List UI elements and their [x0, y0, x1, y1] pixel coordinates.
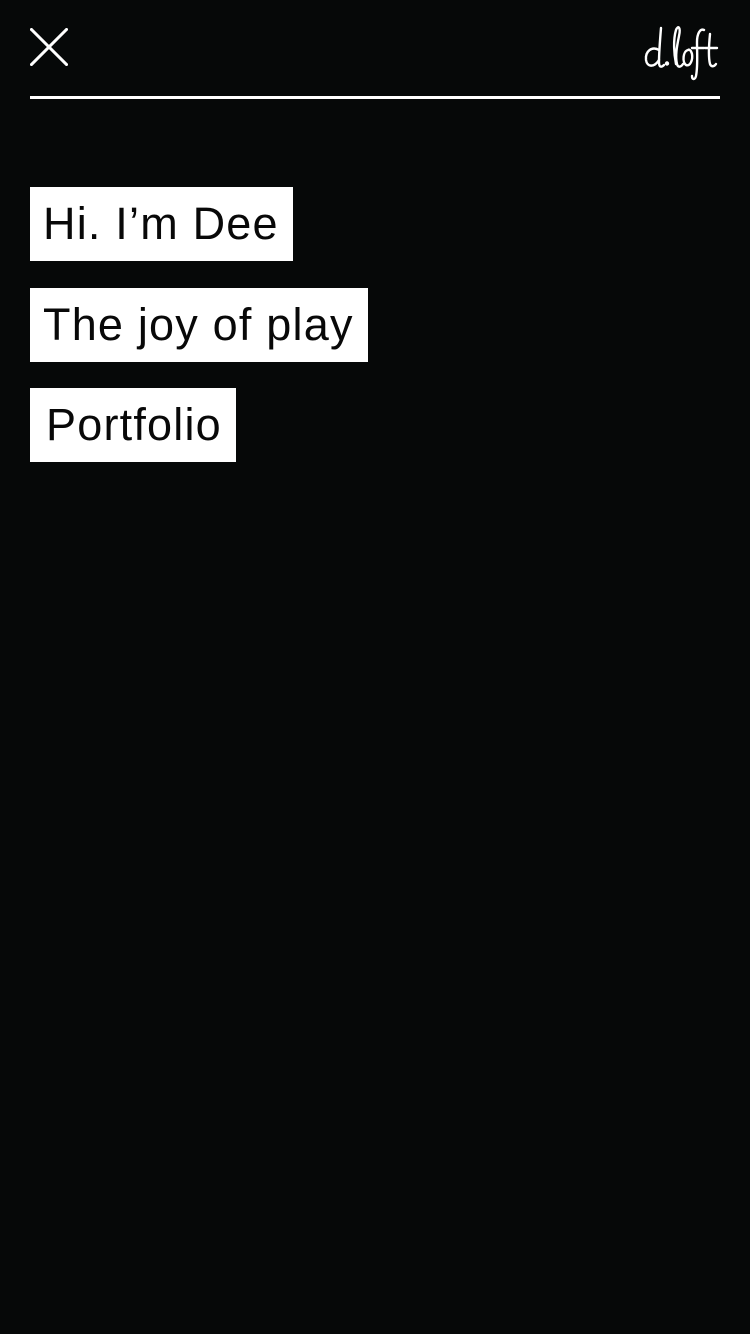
- header: [30, 0, 720, 99]
- menu-link-joy-of-play[interactable]: The joy of play: [30, 288, 368, 362]
- menu-item-joy-of-play: The joy of play: [30, 288, 368, 362]
- dloft-logo: [644, 26, 719, 81]
- close-icon: [30, 28, 68, 66]
- menu-link-portfolio[interactable]: Portfolio: [30, 388, 236, 462]
- main-menu: Hi. I’m Dee The joy of play Portfolio: [30, 187, 368, 489]
- close-menu-button[interactable]: [30, 28, 68, 66]
- menu-item-about: Hi. I’m Dee: [30, 187, 368, 261]
- header-divider: [30, 96, 720, 99]
- menu-link-about[interactable]: Hi. I’m Dee: [30, 187, 293, 261]
- menu-item-portfolio: Portfolio: [30, 388, 368, 462]
- logo-link[interactable]: [642, 20, 720, 84]
